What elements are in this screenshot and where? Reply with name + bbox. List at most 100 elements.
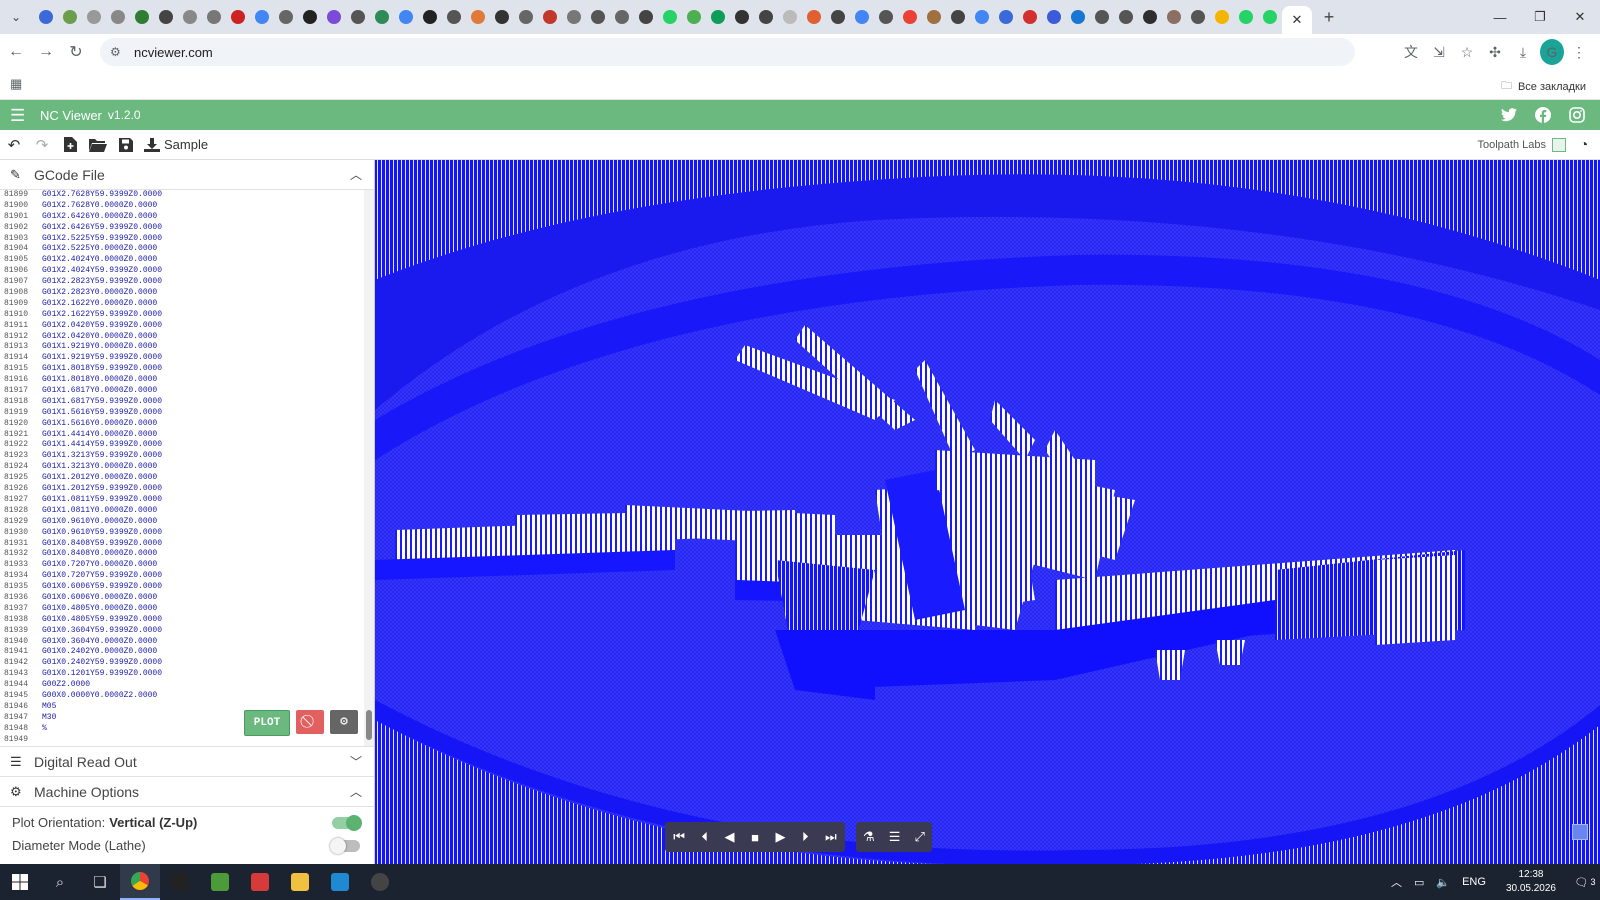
toolpath-labs-link[interactable]: Toolpath Labs — [1478, 130, 1566, 160]
gcode-editor[interactable]: 81899 G01X2.7628Y59.9399Z0.0000 81900 G01X2… — [0, 190, 374, 747]
diameter-mode-toggle[interactable] — [330, 837, 360, 854]
machine-options-header[interactable]: ⚙ Machine Options ︿ — [0, 777, 374, 807]
stop-icon[interactable]: ■ — [751, 830, 759, 845]
tab-favicon-icon[interactable] — [783, 10, 797, 24]
tab-favicon-icon[interactable] — [135, 10, 149, 24]
hamburger-menu-icon[interactable]: ☰ — [10, 107, 28, 124]
volume-icon[interactable]: 🔈 — [1436, 876, 1450, 889]
play-reverse-icon[interactable]: ◀ — [725, 829, 735, 845]
minimize-icon[interactable]: — — [1480, 0, 1520, 34]
tab-favicon-icon[interactable] — [687, 10, 701, 24]
tab-favicon-icon[interactable] — [1119, 10, 1133, 24]
tab-favicon-icon[interactable] — [423, 10, 437, 24]
tab-favicon-icon[interactable] — [87, 10, 101, 24]
gcode-scrollbar-thumb[interactable] — [366, 710, 372, 740]
plot-button[interactable]: PLOT — [244, 710, 290, 736]
undo-icon[interactable]: ↶ — [0, 131, 28, 159]
tab-favicon-icon[interactable] — [1047, 10, 1061, 24]
taskbar-app-green[interactable] — [200, 864, 240, 900]
skip-to-end-icon[interactable]: ⏭ — [825, 829, 837, 845]
close-window-icon[interactable]: ✕ — [1560, 0, 1600, 34]
tab-favicon-icon[interactable] — [1095, 10, 1109, 24]
tab-favicon-icon[interactable] — [327, 10, 341, 24]
battery-icon[interactable]: ▭ — [1414, 876, 1424, 889]
apps-grid-icon[interactable]: ▦ — [10, 77, 24, 91]
view-cube[interactable] — [1572, 824, 1588, 840]
profile-avatar[interactable]: G — [1538, 39, 1564, 65]
tab-favicon-icon[interactable] — [735, 10, 749, 24]
step-forward-icon[interactable]: ⏵ — [802, 829, 809, 845]
tab-favicon-icon[interactable] — [303, 10, 317, 24]
tab-search-chevron-icon[interactable]: ⌄ — [4, 5, 28, 29]
new-tab-button[interactable]: + — [1318, 6, 1340, 28]
tab-favicon-icon[interactable] — [927, 10, 941, 24]
new-file-icon[interactable] — [56, 131, 84, 159]
tab-favicon-icon[interactable] — [111, 10, 125, 24]
chevron-down-icon[interactable]: ﹀ — [350, 753, 362, 770]
tab-favicon-icon[interactable] — [279, 10, 293, 24]
tab-favicon-icon[interactable] — [495, 10, 509, 24]
tab-favicon-icon[interactable] — [831, 10, 845, 24]
search-icon[interactable]: ⌕ — [40, 864, 80, 900]
tab-favicon-icon[interactable] — [1263, 10, 1277, 24]
tab-favicon-icon[interactable] — [1167, 10, 1181, 24]
tab-favicon-icon[interactable] — [375, 10, 389, 24]
taskbar-explorer[interactable] — [280, 864, 320, 900]
active-tab[interactable]: ✕ — [1282, 6, 1312, 34]
tab-favicon-icon[interactable] — [351, 10, 365, 24]
digital-read-out-header[interactable]: ☰ Digital Read Out ﹀ — [0, 747, 374, 777]
play-icon[interactable]: ▶ — [775, 829, 785, 845]
translate-icon[interactable]: 文 — [1398, 39, 1424, 65]
tab-favicon-icon[interactable] — [399, 10, 413, 24]
tab-favicon-icon[interactable] — [519, 10, 533, 24]
notifications-button[interactable]: 🗨 3 — [1570, 864, 1600, 900]
start-button[interactable] — [0, 864, 40, 900]
site-settings-icon[interactable]: ⚙ — [110, 45, 128, 59]
restore-icon[interactable]: ❐ — [1520, 0, 1560, 34]
tab-favicon-icon[interactable] — [63, 10, 77, 24]
twitter-icon[interactable] — [1492, 108, 1526, 122]
clock[interactable]: 12:38 30.05.2026 — [1506, 868, 1556, 896]
tab-favicon-icon[interactable] — [447, 10, 461, 24]
close-tab-icon[interactable]: ✕ — [1292, 12, 1303, 28]
tab-favicon-icon[interactable] — [855, 10, 869, 24]
gcode-scrollbar[interactable] — [364, 190, 374, 746]
tab-favicon-icon[interactable] — [999, 10, 1013, 24]
toolpath-viewport[interactable] — [375, 160, 1600, 864]
browser-menu-icon[interactable]: ⋮ — [1566, 39, 1592, 65]
url-text[interactable]: ncviewer.com — [134, 45, 213, 60]
tab-favicon-icon[interactable] — [615, 10, 629, 24]
step-back-icon[interactable]: ⏴ — [702, 829, 709, 845]
tab-favicon-icon[interactable] — [591, 10, 605, 24]
tab-favicon-icon[interactable] — [159, 10, 173, 24]
plot-orientation-toggle[interactable] — [332, 814, 362, 831]
tab-favicon-icon[interactable] — [951, 10, 965, 24]
gauge-icon[interactable]: ◔ — [1574, 136, 1594, 154]
tab-favicon-icon[interactable] — [1215, 10, 1229, 24]
tab-favicon-icon[interactable] — [183, 10, 197, 24]
omnibox[interactable]: ⚙ ncviewer.com — [100, 38, 1355, 66]
tab-favicon-icon[interactable] — [1191, 10, 1205, 24]
taskbar-vscode[interactable] — [320, 864, 360, 900]
chevron-up-icon[interactable]: ︿ — [350, 783, 362, 800]
tab-favicon-icon[interactable] — [639, 10, 653, 24]
taskbar-app-dark[interactable] — [360, 864, 400, 900]
instagram-icon[interactable] — [1560, 107, 1594, 123]
tab-favicon-icon[interactable] — [471, 10, 485, 24]
tab-favicon-icon[interactable] — [711, 10, 725, 24]
tab-favicon-icon[interactable] — [207, 10, 221, 24]
forward-icon[interactable]: → — [32, 38, 60, 66]
language-indicator[interactable]: ENG — [1462, 876, 1486, 888]
fullscreen-icon[interactable]: ⤢ — [915, 829, 925, 845]
tab-favicon-icon[interactable] — [255, 10, 269, 24]
save-icon[interactable] — [112, 131, 140, 159]
extensions-icon[interactable]: ✣ — [1482, 39, 1508, 65]
bookmark-star-icon[interactable]: ☆ — [1454, 39, 1480, 65]
gcode-file-header[interactable]: ✎ GCode File ︿ — [0, 160, 374, 190]
tab-favicon-icon[interactable] — [543, 10, 557, 24]
redo-icon[interactable]: ↷ — [28, 131, 56, 159]
chevron-up-icon[interactable]: ︿ — [350, 166, 362, 183]
tab-favicon-icon[interactable] — [39, 10, 53, 24]
reload-icon[interactable]: ↻ — [62, 38, 90, 66]
tab-favicon-icon[interactable] — [975, 10, 989, 24]
